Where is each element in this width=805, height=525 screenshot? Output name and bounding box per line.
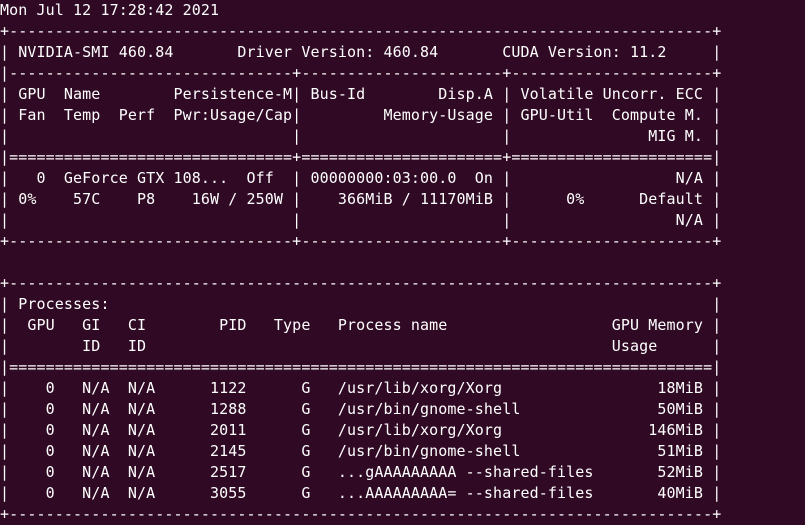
- processes-border-bottom: +---------------------------------------…: [0, 505, 722, 523]
- table-divider: |-------------------------------+-------…: [0, 64, 722, 82]
- table-border-top: +---------------------------------------…: [0, 22, 722, 40]
- process-row: | 0 N/A N/A 2517 G ...gAAAAAAAAA --share…: [0, 463, 722, 481]
- process-row: | 0 N/A N/A 2145 G /usr/bin/gnome-shell …: [0, 442, 722, 460]
- processes-header-separator: |=======================================…: [0, 358, 722, 376]
- processes-border-top: +---------------------------------------…: [0, 274, 722, 292]
- processes-title: | Processes: |: [0, 295, 722, 313]
- gpu-header-row-2: | Fan Temp Perf Pwr:Usage/Cap| Memory-Us…: [0, 106, 722, 124]
- timestamp-line: Mon Jul 12 17:28:42 2021: [0, 1, 220, 19]
- process-row: | 0 N/A N/A 1122 G /usr/lib/xorg/Xorg 18…: [0, 379, 722, 397]
- gpu-row-1: | 0 GeForce GTX 108... Off | 00000000:03…: [0, 169, 722, 187]
- gpu-table-border-bottom: +-------------------------------+-------…: [0, 232, 722, 250]
- gpu-header-row-3: | | | MIG M. |: [0, 127, 722, 145]
- gpu-row-3: | | | N/A |: [0, 211, 722, 229]
- terminal-window[interactable]: Mon Jul 12 17:28:42 2021 +--------------…: [0, 0, 805, 525]
- process-row: | 0 N/A N/A 3055 G ...AAAAAAAAA= --share…: [0, 484, 722, 502]
- gpu-header-row-1: | GPU Name Persistence-M| Bus-Id Disp.A …: [0, 85, 722, 103]
- process-row: | 0 N/A N/A 2011 G /usr/lib/xorg/Xorg 14…: [0, 421, 722, 439]
- process-row: | 0 N/A N/A 1288 G /usr/bin/gnome-shell …: [0, 400, 722, 418]
- gpu-header-separator: |===============================+=======…: [0, 148, 722, 166]
- processes-header-row-2: | ID ID Usage |: [0, 337, 722, 355]
- processes-header-row-1: | GPU GI CI PID Type Process name GPU Me…: [0, 316, 722, 334]
- gpu-row-2: | 0% 57C P8 16W / 250W | 366MiB / 11170M…: [0, 190, 722, 208]
- version-header-line: | NVIDIA-SMI 460.84 Driver Version: 460.…: [0, 43, 722, 61]
